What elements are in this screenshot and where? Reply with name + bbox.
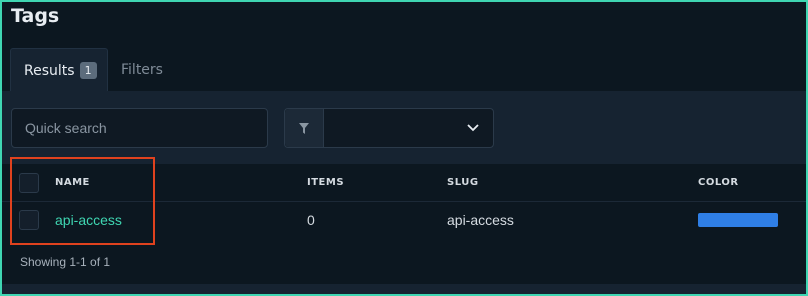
tag-slug: api-access: [447, 212, 514, 228]
tab-results[interactable]: Results 1: [10, 48, 108, 92]
tag-color-swatch: [698, 213, 778, 227]
filter-icon-box: [285, 109, 324, 147]
tab-filters-label: Filters: [121, 62, 163, 78]
table-row: api-access 0 api-access: [2, 202, 806, 238]
tab-results-label: Results: [24, 62, 75, 79]
chevron-down-icon: [453, 109, 493, 147]
bottom-bar: [2, 284, 806, 294]
column-header-name[interactable]: NAME: [55, 164, 90, 201]
tab-filters[interactable]: Filters: [121, 48, 163, 92]
tab-strip: Results 1 Filters: [2, 48, 806, 92]
filter-dropdown[interactable]: [284, 108, 494, 148]
tag-items-count: 0: [307, 212, 315, 228]
quick-search-input[interactable]: [11, 108, 268, 148]
results-count-badge: 1: [79, 62, 97, 79]
filter-value: [324, 109, 453, 147]
pagination-summary: Showing 1-1 of 1: [20, 255, 111, 269]
column-header-slug[interactable]: SLUG: [447, 164, 479, 201]
table-header-row: NAME ITEMS SLUG COLOR: [2, 164, 806, 202]
filter-funnel-icon: [299, 122, 309, 134]
results-panel: NAME ITEMS SLUG COLOR api-access 0 api-a…: [2, 91, 806, 294]
row-select-cell: [19, 202, 39, 238]
page-title: Tags: [11, 5, 60, 27]
column-header-color[interactable]: COLOR: [698, 164, 739, 201]
tag-color-cell: [698, 202, 778, 238]
tags-table: NAME ITEMS SLUG COLOR api-access 0 api-a…: [2, 164, 806, 294]
column-header-items[interactable]: ITEMS: [307, 164, 344, 201]
tag-name-link[interactable]: api-access: [55, 202, 122, 238]
row-select-checkbox[interactable]: [19, 210, 39, 230]
select-all-checkbox[interactable]: [19, 172, 39, 193]
select-all-cell: [19, 164, 39, 201]
tags-window: Tags Results 1 Filters Quick search NAME…: [0, 0, 808, 296]
